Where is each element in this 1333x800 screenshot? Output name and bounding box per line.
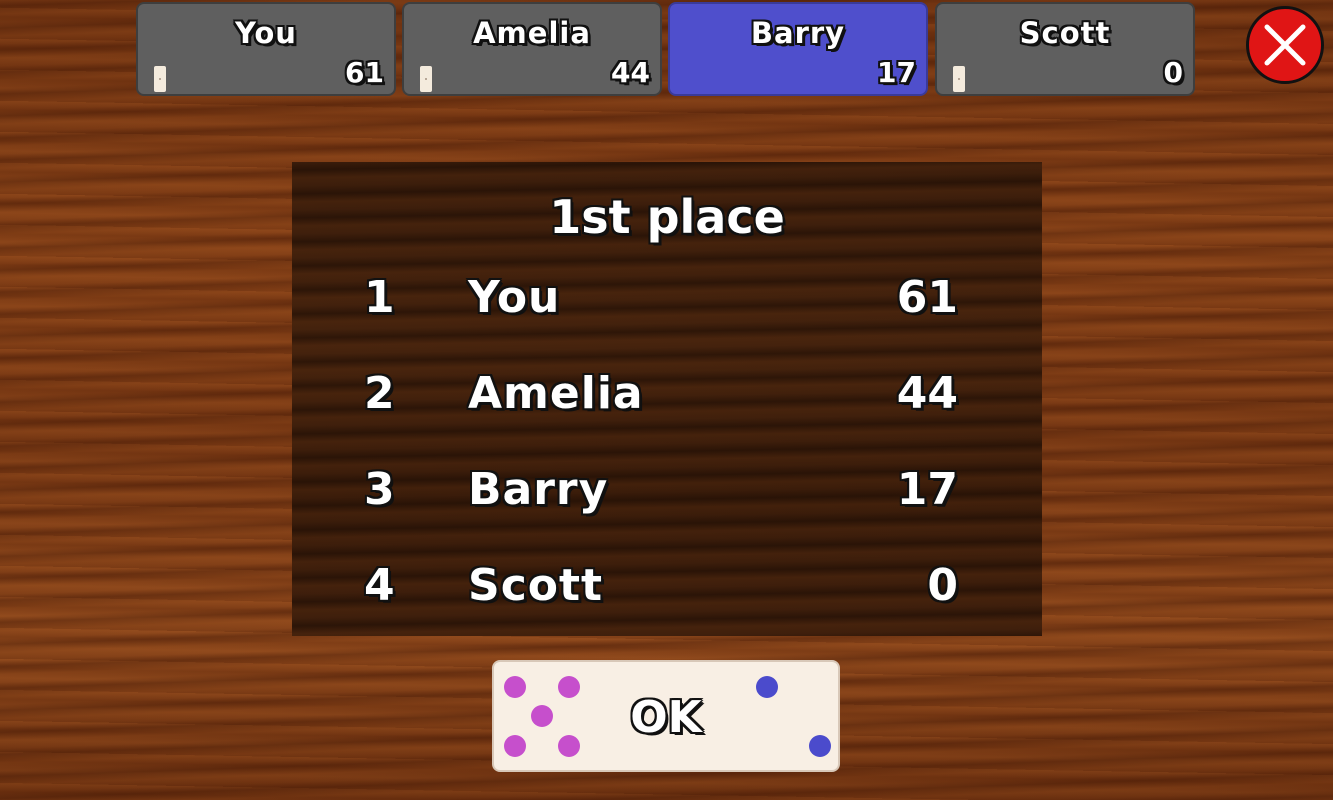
- domino-pip-icon: [756, 676, 778, 698]
- player-score: 61: [345, 56, 384, 89]
- result-name: Scott: [468, 560, 604, 611]
- player-card-barry: Barry 17: [668, 2, 928, 96]
- player-score: 17: [877, 56, 916, 89]
- close-button[interactable]: [1246, 6, 1324, 84]
- player-name: Barry: [750, 16, 846, 50]
- result-name: Barry: [468, 464, 609, 515]
- result-rank: 2: [364, 368, 395, 419]
- result-score: 17: [896, 464, 958, 515]
- result-name: You: [468, 272, 561, 323]
- result-rank: 4: [364, 560, 395, 611]
- result-rank: 1: [364, 272, 395, 323]
- player-card-amelia: Amelia 44: [402, 2, 662, 96]
- player-card-scott: Scott 0: [935, 2, 1195, 96]
- results-title: 1st place: [549, 190, 785, 244]
- result-rank: 3: [364, 464, 395, 515]
- result-score: 44: [896, 368, 958, 419]
- domino-tile-icon: [420, 66, 432, 92]
- player-name: Amelia: [473, 16, 591, 50]
- result-row: 1 You 61: [292, 272, 1042, 332]
- ok-button-label: OK: [630, 692, 702, 743]
- player-score: 44: [611, 56, 650, 89]
- player-score: 0: [1163, 56, 1183, 89]
- results-panel: 1st place 1 You 61 2 Amelia 44 3 Barry 1…: [292, 162, 1042, 636]
- result-name: Amelia: [468, 368, 644, 419]
- result-score: 61: [896, 272, 958, 323]
- result-row: 2 Amelia 44: [292, 368, 1042, 428]
- result-score: 0: [927, 560, 958, 611]
- player-card-you: You 61: [136, 2, 396, 96]
- domino-pip-icon: [809, 735, 831, 757]
- ok-button[interactable]: OK: [492, 660, 840, 772]
- domino-tile-icon: [154, 66, 166, 92]
- result-row: 4 Scott 0: [292, 560, 1042, 620]
- player-name: You: [235, 16, 297, 50]
- domino-tile-icon: [953, 66, 965, 92]
- close-x-icon: [1264, 24, 1306, 66]
- result-row: 3 Barry 17: [292, 464, 1042, 524]
- player-name: Scott: [1019, 16, 1111, 50]
